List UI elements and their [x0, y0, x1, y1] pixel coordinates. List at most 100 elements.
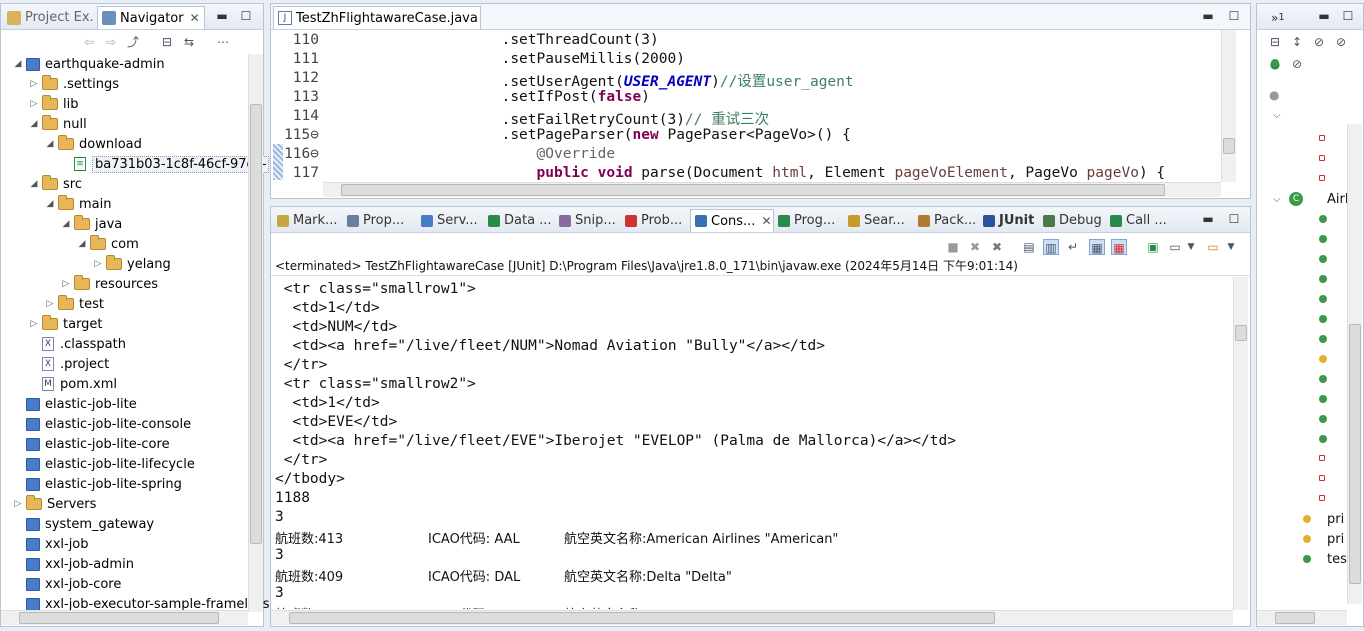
hide-fields-icon[interactable]: ⊘ — [1311, 34, 1327, 50]
show-on-stdout-icon[interactable]: ▦ — [1089, 239, 1105, 255]
maximize-icon[interactable]: ☐ — [1227, 212, 1241, 226]
show-on-stderr-icon[interactable]: ▦ — [1111, 239, 1127, 255]
editor-vertical-scrollbar[interactable] — [1221, 30, 1236, 182]
console-vertical-scrollbar[interactable] — [1233, 277, 1248, 610]
scrollbar-thumb[interactable] — [1235, 325, 1247, 341]
code-line[interactable]: .setUserAgent(USER_AGENT)//设置user_agent — [327, 70, 854, 91]
tree-item[interactable]: elastic-job-lite-spring — [13, 474, 182, 494]
chevron-right-icon[interactable]: ▷ — [45, 299, 55, 309]
tree-item[interactable]: xxl-job-core — [13, 574, 121, 594]
console-tab[interactable]: Prog... — [774, 209, 844, 232]
chevron-down-icon[interactable]: ◢ — [29, 179, 39, 189]
minimize-icon[interactable]: ▬ — [1201, 9, 1215, 23]
tree-item[interactable]: ▷ .settings — [29, 74, 119, 94]
close-icon[interactable]: ✕ — [761, 214, 771, 228]
chevron-right-icon[interactable]: ▷ — [61, 279, 71, 289]
tree-item[interactable]: ◢ main — [45, 194, 111, 214]
console-tab[interactable]: Serv... — [417, 209, 484, 232]
chevron-right-icon[interactable]: ▷ — [13, 499, 23, 509]
tab-project-explorer[interactable]: Project Ex... — [3, 6, 95, 29]
tree-item[interactable]: ◢ download — [45, 134, 142, 154]
maximize-icon[interactable]: ☐ — [1227, 9, 1241, 23]
scrollbar-thumb[interactable] — [1223, 138, 1235, 154]
tree-item[interactable]: ◢ java — [61, 214, 122, 234]
tree-item[interactable]: ▷ test — [45, 294, 104, 314]
scrollbar-thumb[interactable] — [341, 184, 1165, 196]
terminate-icon[interactable]: ■ — [945, 239, 961, 255]
tree-item[interactable]: ▷ lib — [29, 94, 78, 114]
code-line[interactable]: .setPageParser(new PagePaser<PageVo>() { — [327, 127, 851, 143]
minimize-icon[interactable]: ▬ — [215, 9, 229, 23]
console-tab[interactable]: Prob... — [621, 209, 690, 232]
maximize-icon[interactable]: ☐ — [239, 9, 253, 23]
hide-local-types-icon[interactable]: ⊘ — [1289, 56, 1305, 72]
code-line[interactable]: .setPauseMillis(2000) — [327, 51, 685, 67]
chevron-down-icon[interactable]: ◢ — [61, 219, 71, 229]
chevron-down-icon[interactable]: ◢ — [77, 239, 87, 249]
link-with-editor-icon[interactable]: ⇆ — [181, 34, 197, 50]
chevron-down-icon[interactable]: ⌵ — [1273, 110, 1281, 121]
tree-item[interactable]: elastic-job-lite — [13, 394, 137, 414]
up-icon[interactable]: ⤴ — [125, 34, 141, 50]
console-tab[interactable]: JUnit — [979, 209, 1039, 232]
collapse-all-icon[interactable]: ⊟ — [1267, 34, 1283, 50]
chevron-down-icon[interactable]: ◢ — [45, 139, 55, 149]
back-icon[interactable]: ⇦ — [81, 34, 97, 50]
chevron-right-icon[interactable]: ▷ — [29, 99, 39, 109]
console-tab[interactable]: Pack... — [914, 209, 979, 232]
scrollbar-thumb[interactable] — [19, 612, 219, 624]
scrollbar-thumb[interactable] — [1349, 324, 1361, 584]
console-tab[interactable]: Debug — [1039, 209, 1106, 232]
console-tab[interactable]: Prop... — [343, 209, 417, 232]
sort-icon[interactable]: ↕ — [1289, 34, 1305, 50]
tree-item[interactable]: ◢ src — [29, 174, 82, 194]
console-tab[interactable]: Cons... ✕ — [690, 209, 774, 232]
tree-item[interactable]: Mpom.xml — [29, 374, 117, 394]
chevron-down-icon[interactable]: ◢ — [45, 199, 55, 209]
outline-vertical-scrollbar[interactable] — [1347, 124, 1362, 604]
navigator-vertical-scrollbar[interactable] — [248, 54, 263, 612]
chevron-right-icon[interactable]: ▷ — [29, 79, 39, 89]
tree-item[interactable]: ▷ Servers — [13, 494, 96, 514]
outline-item-label[interactable]: pri — [1327, 512, 1344, 527]
tree-item[interactable]: X .project — [29, 354, 109, 374]
tab-navigator[interactable]: Navigator ✕ — [97, 6, 205, 29]
chevron-down-icon[interactable]: ◢ — [13, 59, 23, 69]
console-output[interactable]: <tr class="smallrow1"> <td>1</td> <td>NU… — [271, 277, 1233, 609]
tree-item[interactable]: ▷ yelang — [93, 254, 171, 274]
console-tab[interactable]: Call ... — [1106, 209, 1176, 232]
console-tab[interactable]: Data ... — [484, 209, 555, 232]
tree-item[interactable]: xxl-job-admin — [13, 554, 134, 574]
tree-item[interactable]: X .classpath — [29, 334, 126, 354]
outline-item-label[interactable]: tes — [1327, 552, 1347, 567]
open-console-icon[interactable]: ▭ — [1205, 239, 1221, 255]
clear-console-icon[interactable]: ▤ — [1021, 239, 1037, 255]
tab-editor-file[interactable]: J TestZhFlightawareCase.java ✕ — [273, 6, 481, 29]
hide-static-icon[interactable]: ⊘ — [1333, 34, 1349, 50]
outline-item-label[interactable]: pri — [1327, 532, 1344, 547]
remove-all-terminated-icon[interactable]: ✖ — [989, 239, 1005, 255]
scrollbar-thumb[interactable] — [250, 104, 262, 544]
outline-item-label[interactable]: Airl — [1327, 192, 1348, 207]
tree-item[interactable]: xxl-job — [13, 534, 89, 554]
code-line[interactable]: public void parse(Document html, Element… — [327, 165, 1166, 181]
remove-launch-icon[interactable]: ✖ — [967, 239, 983, 255]
scrollbar-thumb[interactable] — [289, 612, 995, 624]
editor-horizontal-scrollbar[interactable] — [323, 182, 1221, 197]
console-tab[interactable]: Sear... — [844, 209, 914, 232]
code-editor[interactable]: 110 .setThreadCount(3) 111 .setPauseMilli… — [271, 30, 1221, 182]
chevron-down-icon[interactable]: ▼ — [1223, 239, 1239, 255]
minimize-icon[interactable]: ▬ — [1201, 212, 1215, 226]
tree-item[interactable]: ≡ ba731b03-1c8f-46cf-97ec- — [61, 154, 270, 174]
close-icon[interactable]: ✕ — [190, 11, 200, 25]
collapse-all-icon[interactable]: ⊟ — [159, 34, 175, 50]
tree-item[interactable]: ▷ target — [29, 314, 103, 334]
tree-item[interactable]: ▷ resources — [61, 274, 158, 294]
pin-console-icon[interactable]: ▣ — [1145, 239, 1161, 255]
chevron-right-icon[interactable]: ▷ — [29, 319, 39, 329]
chevron-down-icon[interactable]: ▼ — [1183, 239, 1199, 255]
tree-item[interactable]: elastic-job-lite-console — [13, 414, 191, 434]
scrollbar-thumb[interactable] — [1275, 612, 1315, 624]
code-line[interactable]: .setFailRetryCount(3)// 重试三次 — [327, 108, 770, 129]
view-menu-icon[interactable]: ⋯ — [215, 34, 231, 50]
